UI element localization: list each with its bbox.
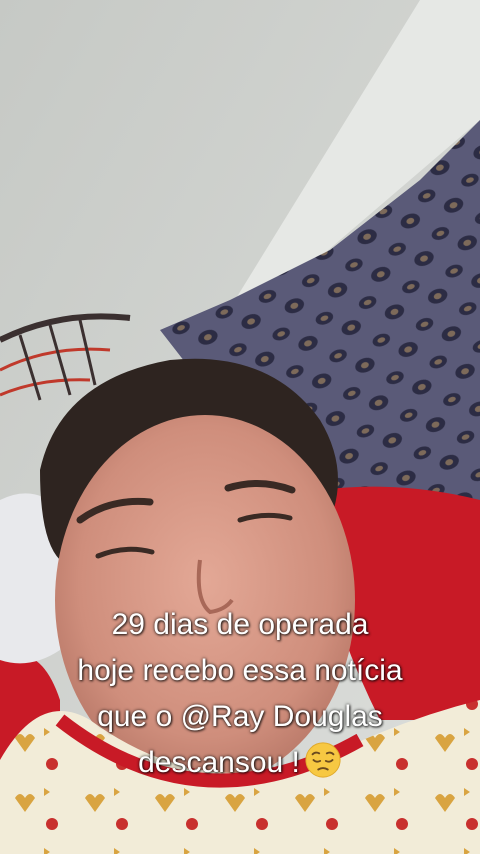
caption-line-4: descansou ! [0,740,480,786]
caption-line-4-text: descansou ! [138,746,300,779]
caption-line-1: 29 dias de operada [111,608,369,641]
caption: 29 dias de operada hoje recebo essa notí… [0,602,480,786]
pensive-face-icon [305,742,341,778]
caption-line-2: hoje recebo essa notícia [77,654,403,687]
caption-line-3: que o @Ray Douglas [97,700,383,733]
